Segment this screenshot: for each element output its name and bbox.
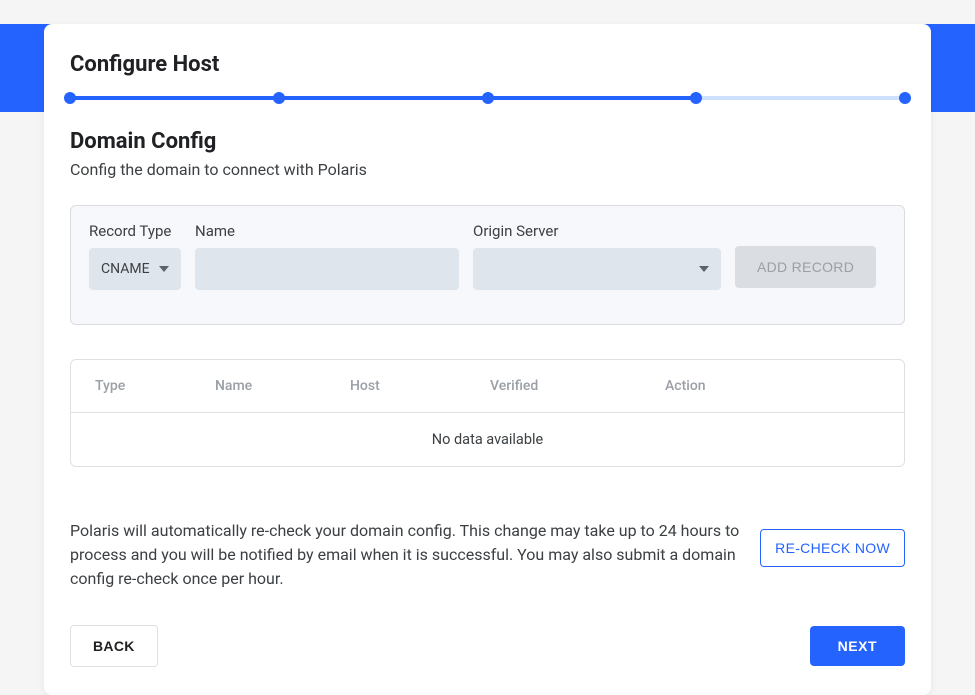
step-dot-4 [690, 92, 702, 104]
recheck-now-button[interactable]: RE-CHECK NOW [760, 529, 905, 567]
progress-stepper [70, 91, 905, 105]
record-type-value: CNAME [101, 261, 150, 277]
caret-down-icon [159, 266, 169, 272]
caret-down-icon [699, 266, 709, 272]
record-type-select[interactable]: CNAME [89, 248, 181, 290]
records-table: Type Name Host Verified Action No data a… [70, 359, 905, 467]
step-dot-2 [273, 92, 285, 104]
step-dot-1 [64, 92, 76, 104]
info-text: Polaris will automatically re-check your… [70, 519, 742, 591]
record-type-label: Record Type [89, 222, 181, 240]
record-form: Record Type CNAME Name Origin Server [70, 205, 905, 325]
th-name: Name [215, 378, 350, 394]
back-button[interactable]: BACK [70, 625, 158, 667]
table-empty-text: No data available [71, 413, 904, 466]
footer-nav: BACK NEXT [70, 625, 905, 667]
th-action: Action [665, 378, 880, 394]
origin-server-select[interactable] [473, 248, 721, 290]
step-dot-3 [482, 92, 494, 104]
section-title: Domain Config [70, 129, 905, 154]
origin-server-label: Origin Server [473, 222, 721, 240]
table-header-row: Type Name Host Verified Action [71, 360, 904, 413]
th-type: Type [95, 378, 215, 394]
step-dot-5 [899, 92, 911, 104]
config-card: Configure Host Domain Config Config the … [44, 24, 931, 695]
add-record-button[interactable]: ADD RECORD [735, 246, 876, 288]
record-name-label: Name [195, 222, 459, 240]
next-button[interactable]: NEXT [810, 626, 905, 666]
info-row: Polaris will automatically re-check your… [70, 519, 905, 591]
page-title: Configure Host [70, 52, 905, 77]
record-name-input[interactable] [195, 248, 459, 290]
th-verified: Verified [490, 378, 665, 394]
th-host: Host [350, 378, 490, 394]
section-subtitle: Config the domain to connect with Polari… [70, 160, 905, 179]
